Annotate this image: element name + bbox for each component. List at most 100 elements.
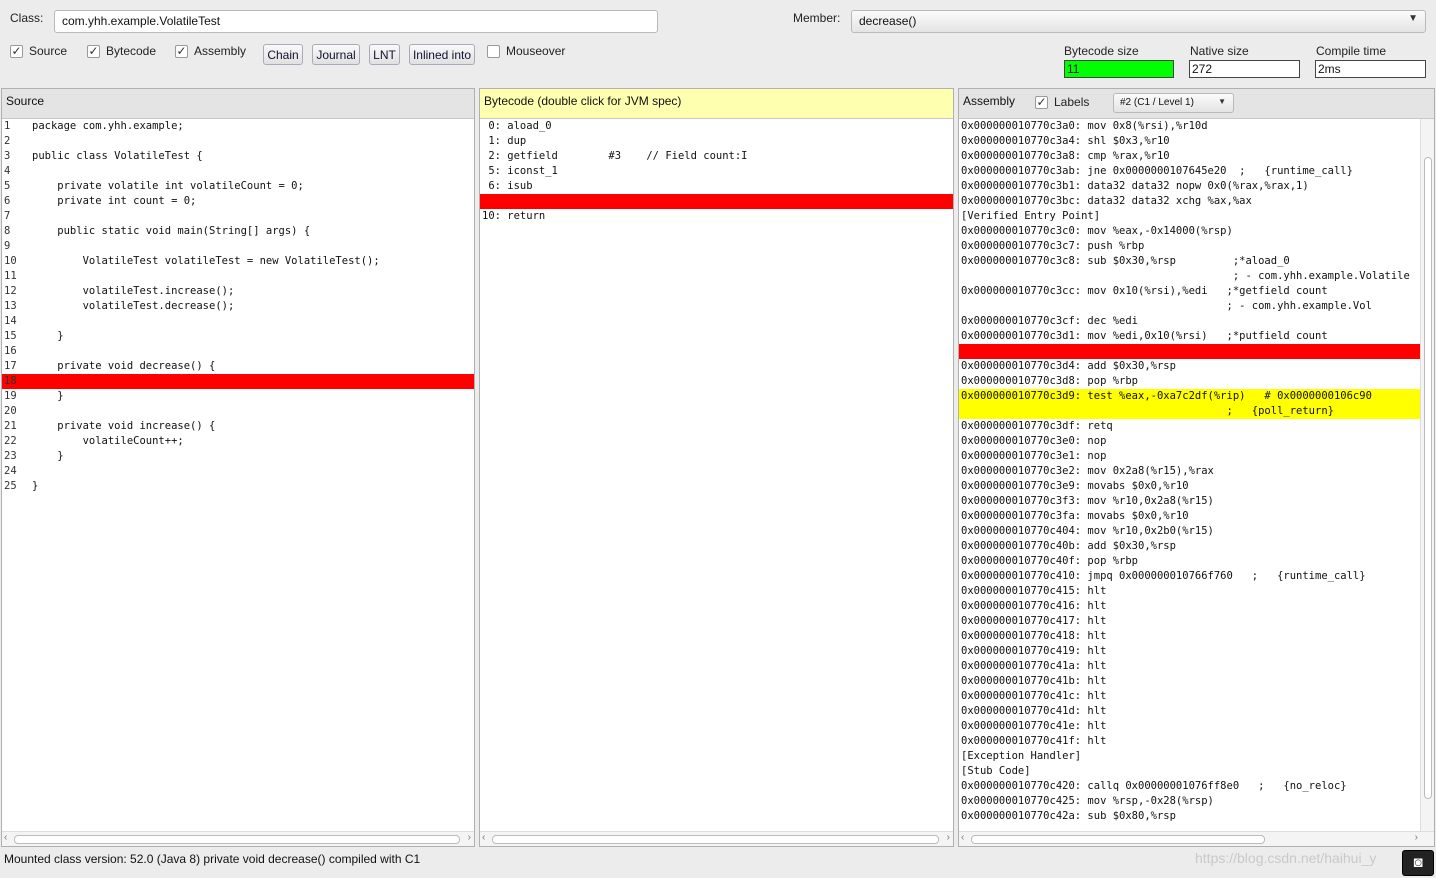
inlined-into-button[interactable]: Inlined into (409, 44, 475, 65)
code-line[interactable]: 23 } (2, 449, 474, 464)
code-line[interactable]: 0x000000010770c3ab: jne 0x0000000107645e… (959, 164, 1421, 179)
code-line[interactable]: 0x000000010770c41c: hlt (959, 689, 1421, 704)
code-line[interactable]: 0x000000010770c417: hlt (959, 614, 1421, 629)
code-line[interactable]: 24 (2, 464, 474, 479)
code-line[interactable]: 0x000000010770c3cf: dec %edi (959, 314, 1421, 329)
code-line[interactable]: 0x000000010770c3e0: nop (959, 434, 1421, 449)
code-line[interactable]: 0x000000010770c3fa: movabs $0x0,%r10 (959, 509, 1421, 524)
code-line[interactable]: 19 } (2, 389, 474, 404)
code-line[interactable]: 25} (2, 479, 474, 494)
code-line[interactable]: 12 volatileTest.increase(); (2, 284, 474, 299)
code-line[interactable]: ; - com.yhh.example.Vol (959, 299, 1421, 314)
code-line[interactable]: 9 (2, 239, 474, 254)
scroll-left-icon[interactable]: ‹ (961, 832, 964, 843)
code-line[interactable]: 0: aload_0 (480, 119, 953, 134)
code-line[interactable]: 0x000000010770c3c7: push %rbp (959, 239, 1421, 254)
code-line[interactable]: 0x000000010770c3d4: add $0x30,%rsp (959, 359, 1421, 374)
code-line[interactable]: 2: getfield #3 // Field count:I (480, 149, 953, 164)
code-line[interactable]: 0x000000010770c3a8: cmp %rax,%r10 (959, 149, 1421, 164)
scroll-thumb[interactable] (492, 835, 939, 844)
code-line[interactable]: 0x000000010770c3b1: data32 data32 nopw 0… (959, 179, 1421, 194)
code-line[interactable]: 0x000000010770c3d9: test %eax,-0xa7c2df(… (959, 389, 1421, 404)
scroll-thumb[interactable] (14, 835, 460, 844)
code-line[interactable]: 0x000000010770c3c8: sub $0x30,%rsp ;*alo… (959, 254, 1421, 269)
camera-icon[interactable]: ◙ (1402, 850, 1434, 876)
code-line[interactable]: 0x000000010770c42a: sub $0x80,%rsp (959, 809, 1421, 824)
code-line[interactable]: 0x000000010770c3e9: movabs $0x0,%r10 (959, 479, 1421, 494)
code-line[interactable]: 7 (2, 209, 474, 224)
assembly-code[interactable]: 0x000000010770c3a0: mov 0x8(%rsi),%r10d 0… (959, 119, 1421, 832)
code-line[interactable]: 0x000000010770c3c0: mov %eax,-0x14000(%r… (959, 224, 1421, 239)
assembly-checkbox[interactable]: ✓ Assembly (175, 44, 246, 58)
code-line[interactable]: 10: return (480, 209, 953, 224)
code-line[interactable]: 0x000000010770c404: mov %r10,0x2b0(%r15) (959, 524, 1421, 539)
code-line[interactable]: 22 volatileCount++; (2, 434, 474, 449)
code-line[interactable]: 0x000000010770c3d8: pop %rbp (959, 374, 1421, 389)
scroll-left-icon[interactable]: ‹ (482, 832, 485, 843)
code-line[interactable]: 0x000000010770c40b: add $0x30,%rsp (959, 539, 1421, 554)
code-line[interactable]: 16 (2, 344, 474, 359)
scroll-thumb[interactable] (971, 835, 1265, 844)
code-line[interactable]: 0x000000010770c410: jmpq 0x000000010766f… (959, 569, 1421, 584)
scroll-left-icon[interactable]: ‹ (4, 832, 7, 843)
code-line[interactable]: 14 (2, 314, 474, 329)
code-line[interactable]: 0x000000010770c3a4: shl $0x3,%r10 (959, 134, 1421, 149)
class-input[interactable]: com.yhh.example.VolatileTest (54, 10, 658, 33)
code-line[interactable]: 0x000000010770c419: hlt (959, 644, 1421, 659)
labels-checkbox[interactable]: ✓ Labels (1035, 95, 1089, 109)
code-line[interactable]: 0x000000010770c3cc: mov 0x10(%rsi),%edi … (959, 284, 1421, 299)
lnt-button[interactable]: LNT (369, 44, 400, 65)
bytecode-horizontal-scrollbar[interactable]: ‹ › (480, 831, 953, 846)
code-line[interactable]: 18 count--; (2, 374, 474, 389)
code-line[interactable]: 6: isub (480, 179, 953, 194)
code-line[interactable]: 4 (2, 164, 474, 179)
assembly-horizontal-scrollbar[interactable]: ‹ › (959, 831, 1434, 846)
code-line[interactable]: 0x000000010770c3bc: data32 data32 xchg %… (959, 194, 1421, 209)
code-line[interactable]: ; - com.yhh.example.Volatile (959, 269, 1421, 284)
scroll-right-icon[interactable]: › (468, 832, 471, 843)
code-line[interactable]: [Exception Handler] (959, 749, 1421, 764)
member-select[interactable]: decrease() ▼ (851, 10, 1426, 33)
code-line[interactable]: 10 VolatileTest volatileTest = new Volat… (2, 254, 474, 269)
code-line[interactable]: 3 public class VolatileTest { (2, 149, 474, 164)
code-line[interactable]: 0x000000010770c3d1: mov %edi,0x10(%rsi) … (959, 329, 1421, 344)
code-line[interactable]: 0x000000010770c418: hlt (959, 629, 1421, 644)
code-line[interactable]: 0x000000010770c3e2: mov 0x2a8(%r15),%rax (959, 464, 1421, 479)
code-line[interactable]: 0x000000010770c425: mov %rsp,-0x28(%rsp) (959, 794, 1421, 809)
code-line[interactable]: 21 private void increase() { (2, 419, 474, 434)
scroll-right-icon[interactable]: › (1415, 832, 1418, 843)
journal-button[interactable]: Journal (312, 44, 360, 65)
code-line[interactable]: 15 } (2, 329, 474, 344)
source-code[interactable]: 1 package com.yhh.example; 2 3 public class … (2, 119, 474, 832)
mouseover-checkbox[interactable]: Mouseover (487, 44, 565, 58)
code-line[interactable]: 0x000000010770c420: callq 0x00000001076f… (959, 779, 1421, 794)
code-line[interactable]: 1: dup (480, 134, 953, 149)
code-line[interactable]: 0x000000010770c41f: hlt (959, 734, 1421, 749)
code-line[interactable]: 0x000000010770c41d: hlt (959, 704, 1421, 719)
code-line[interactable]: 6 private int count = 0; (2, 194, 474, 209)
compilation-select[interactable]: #2 (C1 / Level 1) ▼ (1113, 93, 1234, 113)
code-line[interactable]: [Stub Code] (959, 764, 1421, 779)
assembly-vertical-scrollbar[interactable] (1420, 119, 1434, 832)
source-checkbox[interactable]: ✓ Source (10, 44, 67, 58)
code-line[interactable]: 0x000000010770c415: hlt (959, 584, 1421, 599)
code-line[interactable]: 2 (2, 134, 474, 149)
code-line[interactable]: 7: putfield #3 // Field count:I (480, 194, 953, 209)
bytecode-code[interactable]: 0: aload_0 1: dup 2: getfield #3 // Fiel… (480, 119, 953, 832)
code-line[interactable]: 0x000000010770c3df: retq (959, 419, 1421, 434)
code-line[interactable]: [Verified Entry Point] (959, 209, 1421, 224)
chain-button[interactable]: Chain (263, 44, 303, 65)
code-line[interactable]: 20 (2, 404, 474, 419)
code-line[interactable]: ; {poll_return} (959, 404, 1421, 419)
code-line[interactable]: 1 package com.yhh.example; (2, 119, 474, 134)
code-line[interactable]: 5 private volatile int volatileCount = 0… (2, 179, 474, 194)
code-line[interactable]: 0x000000010770c3f3: mov %r10,0x2a8(%r15) (959, 494, 1421, 509)
code-line[interactable]: 13 volatileTest.decrease(); (2, 299, 474, 314)
code-line[interactable]: 11 (2, 269, 474, 284)
source-horizontal-scrollbar[interactable]: ‹ › (2, 831, 474, 846)
code-line[interactable]: 8 public static void main(String[] args)… (2, 224, 474, 239)
code-line[interactable]: 0x000000010770c40f: pop %rbp (959, 554, 1421, 569)
code-line[interactable]: 0x000000010770c416: hlt (959, 599, 1421, 614)
code-line[interactable]: ; - com.yhh.example.Vol (959, 344, 1421, 359)
code-line[interactable]: 0x000000010770c41e: hlt (959, 719, 1421, 734)
